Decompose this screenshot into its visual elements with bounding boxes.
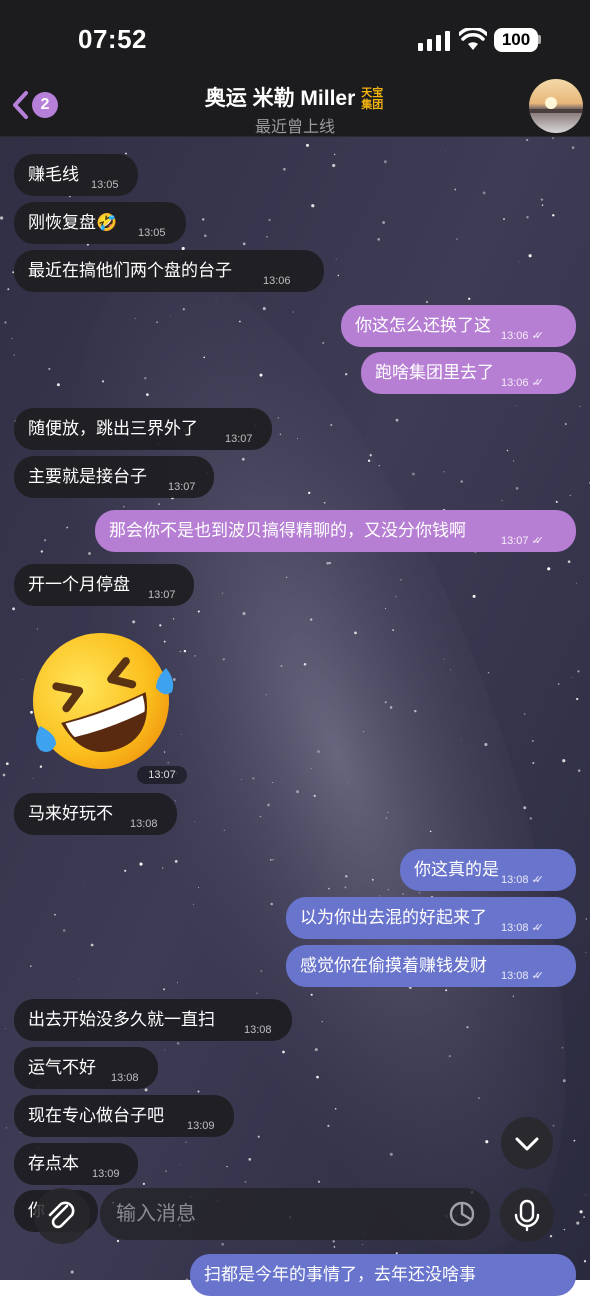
wifi-icon	[459, 28, 487, 50]
message-incoming[interactable]: 马来好玩不 13:08	[14, 793, 177, 835]
chat-title: 奥运 米勒 Miller	[204, 87, 356, 110]
chevron-down-icon	[515, 1137, 539, 1151]
sticker-timestamp: 13:07	[137, 766, 187, 784]
read-checkmarks-icon: ✓✓	[531, 377, 545, 389]
microphone-icon	[514, 1199, 540, 1232]
paperclip-icon	[48, 1201, 75, 1229]
signal-icon	[418, 31, 450, 51]
message-outgoing[interactable]: 那会你不是也到波贝搞得精聊的，又没分你钱啊 13:07 ✓✓	[95, 510, 576, 552]
message-incoming[interactable]: 现在专心做台子吧 13:09	[14, 1095, 234, 1137]
message-outgoing[interactable]: 以为你出去混的好起来了 13:08 ✓✓	[286, 897, 576, 939]
read-checkmarks-icon: ✓✓	[531, 330, 545, 342]
status-time: 07:52	[78, 24, 147, 54]
unread-badge: 2	[32, 92, 58, 118]
read-checkmarks-icon: ✓✓	[531, 535, 545, 547]
message-outgoing[interactable]: 扫都是今年的事情了，去年还没啥事	[190, 1254, 576, 1296]
read-checkmarks-icon: ✓✓	[531, 970, 545, 982]
attach-button[interactable]	[34, 1188, 90, 1244]
voice-message-button[interactable]	[500, 1188, 554, 1242]
message-outgoing[interactable]: 你这真的是 13:08 ✓✓	[400, 849, 576, 891]
message-incoming[interactable]: 运气不好 13:08	[14, 1047, 158, 1089]
message-incoming[interactable]: 随便放，跳出三界外了 13:07	[14, 408, 272, 450]
read-checkmarks-icon: ✓✓	[531, 922, 545, 934]
message-incoming[interactable]: 刚恢复盘🤣 13:05	[14, 202, 186, 244]
back-button[interactable]: 2	[10, 88, 62, 124]
avatar[interactable]	[529, 79, 583, 133]
message-incoming[interactable]: 主要就是接台子 13:07	[14, 456, 214, 498]
message-incoming[interactable]: 存点本 13:09	[14, 1143, 138, 1185]
message-outgoing[interactable]: 感觉你在偷摸着赚钱发财 13:08 ✓✓	[286, 945, 576, 987]
message-incoming[interactable]: 赚毛线 13:05	[14, 154, 138, 196]
read-checkmarks-icon: ✓✓	[531, 874, 545, 886]
scroll-to-bottom-button[interactable]	[501, 1117, 553, 1169]
message-incoming[interactable]: 出去开始没多久就一直扫 13:08	[14, 999, 292, 1041]
message-placeholder: 输入消息	[116, 1203, 196, 1225]
chat-title-area[interactable]: 奥运 米勒 Miller 天宝 集团 最近曾上线	[150, 80, 440, 137]
message-incoming[interactable]: 开一个月停盘 13:07	[14, 564, 194, 606]
sticker-icon[interactable]	[448, 1200, 476, 1228]
message-input[interactable]: 输入消息	[100, 1188, 490, 1240]
message-outgoing[interactable]: 跑啥集团里去了 13:06 ✓✓	[361, 352, 576, 394]
back-chevron-icon	[13, 91, 28, 119]
group-logo: 天宝 集团	[361, 87, 384, 112]
message-incoming[interactable]: 最近在搞他们两个盘的台子 13:06	[14, 250, 324, 292]
message-outgoing[interactable]: 你这怎么还换了这 13:06 ✓✓	[341, 305, 576, 347]
battery-tip	[538, 35, 541, 44]
battery-icon: 100	[494, 28, 538, 52]
status-bar: 07:52 100	[0, 0, 590, 80]
rofl-sticker[interactable]	[26, 626, 176, 776]
chat-header: 2 奥运 米勒 Miller 天宝 集团 最近曾上线	[0, 79, 590, 137]
last-seen-status: 最近曾上线	[254, 119, 335, 136]
